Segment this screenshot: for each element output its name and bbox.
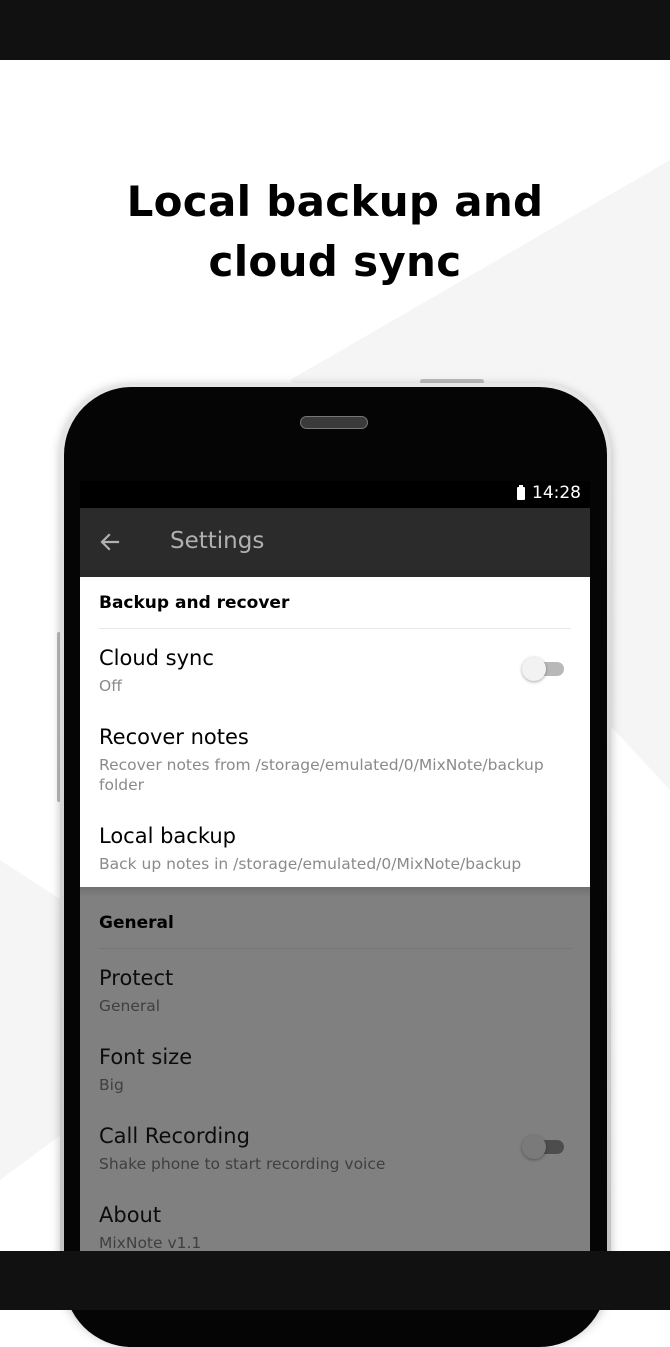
arrow-left-icon[interactable] (98, 530, 122, 554)
pref-font-size[interactable]: Font size Big (80, 1045, 590, 1105)
pref-summary: Off (99, 677, 122, 695)
status-time: 14:28 (532, 483, 581, 503)
promo-headline-line1: Local backup and (126, 177, 544, 226)
toggle-thumb (522, 1135, 546, 1159)
pref-local-backup[interactable]: Local backup Back up notes in /storage/e… (80, 824, 590, 880)
call-recording-toggle[interactable] (522, 1133, 566, 1161)
status-bar: 14:28 (80, 481, 590, 508)
promo-headline: Local backup and cloud sync (0, 172, 670, 292)
pref-about[interactable]: About MixNote v1.1 (80, 1203, 590, 1251)
pref-summary: Back up notes in /storage/emulated/0/Mix… (99, 855, 522, 873)
pref-summary: General (99, 997, 161, 1015)
bottom-black-bar (0, 1251, 670, 1310)
pref-summary: Recover notes from /storage/emulated/0/M… (99, 756, 544, 794)
pref-summary: MixNote v1.1 (99, 1234, 202, 1251)
phone-screen: 14:28 Settings Backup and recover Cloud … (80, 481, 590, 1251)
battery-full-icon (517, 485, 525, 500)
phone-speaker (300, 416, 368, 429)
pref-summary: Shake phone to start recording voice (99, 1155, 386, 1173)
cloud-sync-toggle[interactable] (522, 655, 566, 683)
page-title: Settings (170, 528, 265, 554)
backup-section: Backup and recover Cloud sync Off Recove… (80, 577, 590, 887)
pref-cloud-sync[interactable]: Cloud sync Off (80, 646, 590, 706)
pref-title: Font size (99, 1045, 193, 1069)
section-header-backup: Backup and recover (99, 593, 290, 613)
pref-title: About (99, 1203, 162, 1227)
top-black-bar (0, 0, 670, 60)
divider (99, 948, 571, 949)
pref-title: Call Recording (99, 1124, 250, 1148)
app-bar: Settings (80, 508, 590, 577)
promo-headline-line2: cloud sync (208, 237, 462, 286)
pref-summary: Big (99, 1076, 124, 1094)
pref-title: Recover notes (99, 725, 249, 749)
pref-title: Local backup (99, 824, 237, 848)
toggle-thumb (522, 657, 546, 681)
pref-title: Cloud sync (99, 646, 214, 670)
pref-protect[interactable]: Protect General (80, 966, 590, 1026)
divider (99, 628, 571, 629)
pref-call-recording[interactable]: Call Recording Shake phone to start reco… (80, 1124, 590, 1184)
pref-recover-notes[interactable]: Recover notes Recover notes from /storag… (80, 725, 590, 797)
pref-title: Protect (99, 966, 174, 990)
section-header-general: General (99, 913, 174, 933)
general-section: General Protect General Font size Big Ca… (80, 887, 590, 1251)
